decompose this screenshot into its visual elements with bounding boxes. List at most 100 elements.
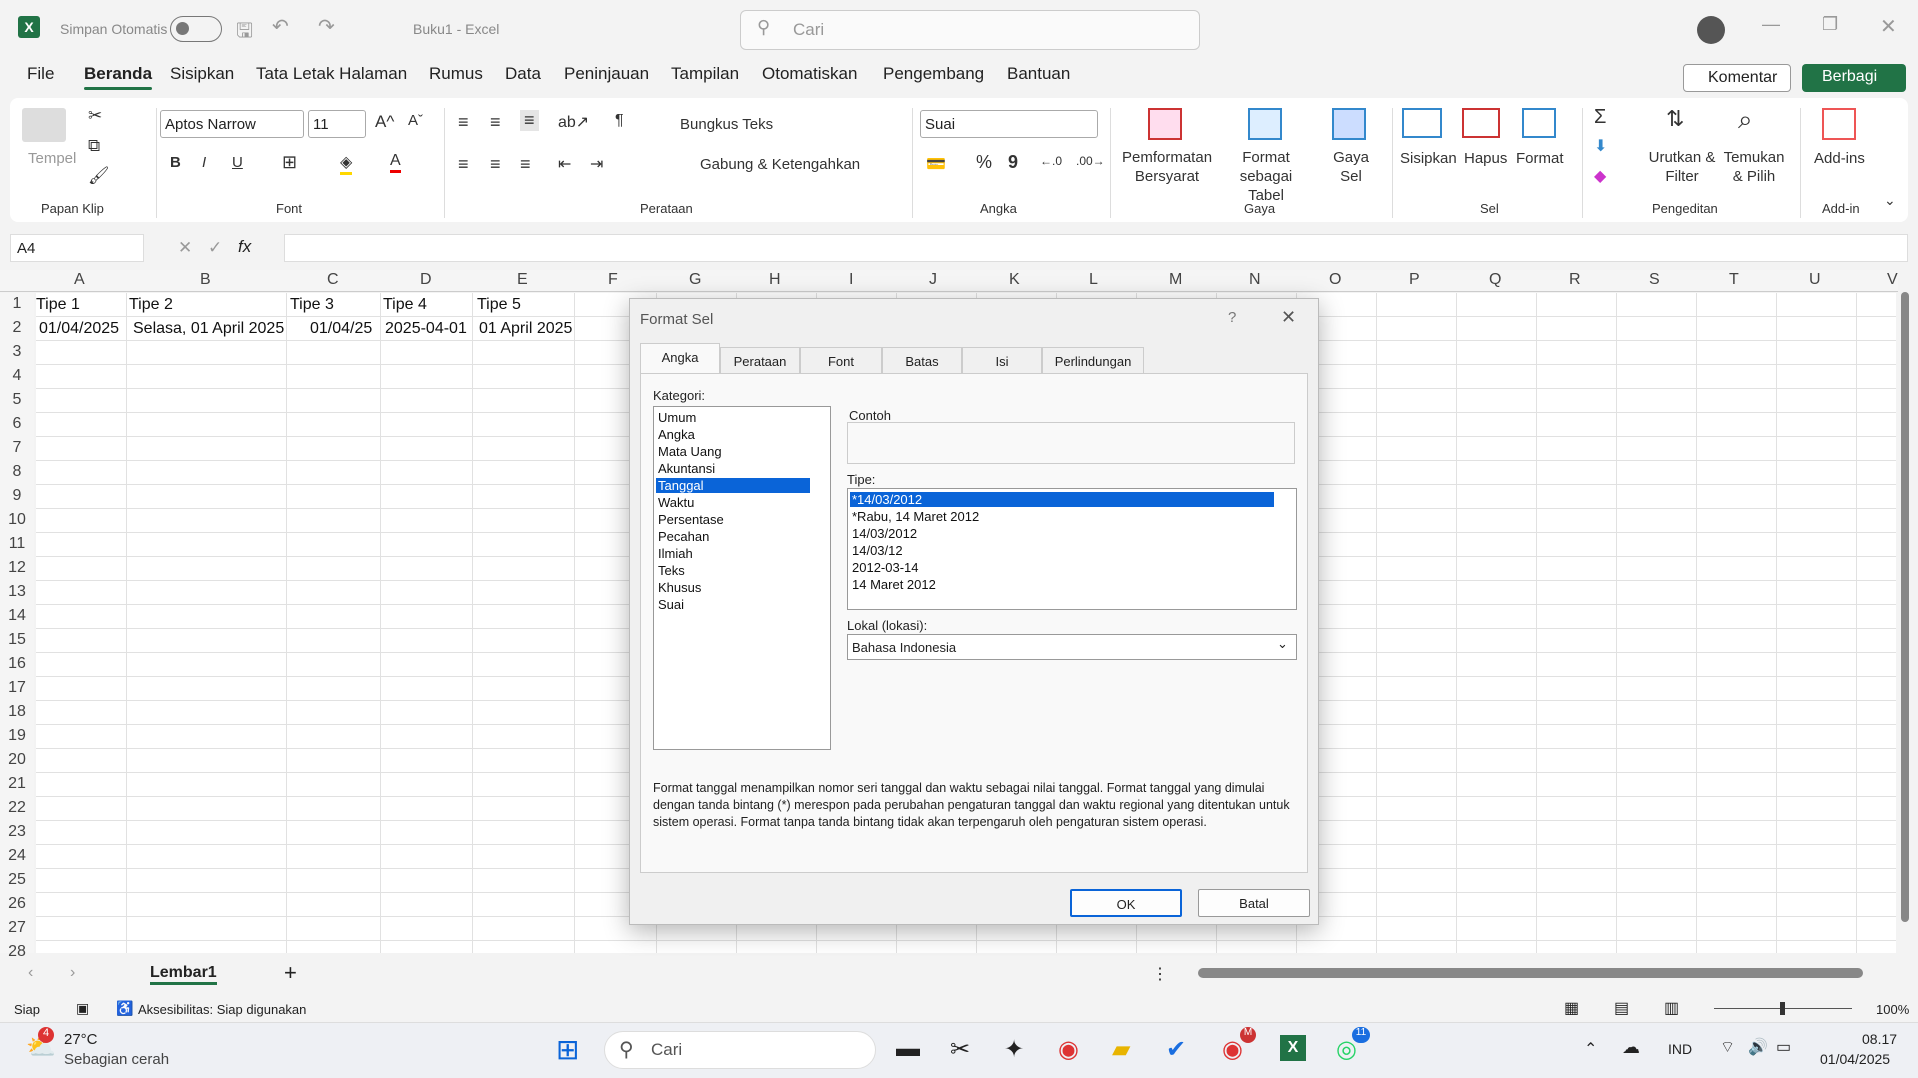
dialog-close-icon[interactable]: ✕ — [1281, 307, 1296, 328]
search-input[interactable]: ⚲ Cari — [740, 10, 1200, 50]
borders-icon[interactable]: ⊞ — [282, 152, 297, 173]
type-item[interactable]: *Rabu, 14 Maret 2012 — [852, 509, 979, 524]
font-color-icon[interactable]: A — [390, 152, 401, 173]
category-item[interactable]: Khusus — [658, 580, 701, 595]
task-view-icon[interactable]: ▬ — [896, 1035, 920, 1063]
accessibility-icon[interactable]: ♿ — [116, 1000, 133, 1017]
row-header[interactable]: 23 — [0, 823, 34, 841]
tab-protection[interactable]: Perlindungan — [1042, 347, 1144, 373]
category-item[interactable]: Tanggal — [656, 478, 810, 493]
column-header[interactable]: O — [1329, 271, 1341, 289]
category-item[interactable]: Mata Uang — [658, 444, 722, 459]
row-header[interactable]: 25 — [0, 871, 34, 889]
restore-icon[interactable]: ❐ — [1822, 14, 1838, 35]
locale-select[interactable]: Bahasa Indonesia — [847, 634, 1297, 660]
battery-icon[interactable]: ▭ — [1776, 1037, 1791, 1057]
column-header[interactable]: M — [1169, 271, 1182, 289]
save-icon[interactable]: 🖫 — [236, 16, 253, 50]
cut-icon[interactable]: ✂ — [88, 106, 102, 126]
category-item[interactable]: Waktu — [658, 495, 694, 510]
row-header[interactable]: 24 — [0, 847, 34, 865]
type-item[interactable]: *14/03/2012 — [850, 492, 1274, 507]
category-item[interactable]: Persentase — [658, 512, 724, 527]
tab-data[interactable]: Data — [505, 64, 541, 84]
paste-icon[interactable] — [22, 108, 66, 142]
cell-d2[interactable]: 2025-04-01 — [385, 320, 467, 338]
copilot-icon[interactable]: ✦ — [1004, 1035, 1024, 1064]
tray-chevron-icon[interactable]: ⌃ — [1584, 1039, 1597, 1059]
conditional-format-button[interactable]: Pemformatan Bersyarat — [1122, 148, 1212, 186]
tab-formulas[interactable]: Rumus — [429, 64, 483, 84]
column-header[interactable]: P — [1409, 271, 1420, 289]
column-header[interactable]: I — [849, 271, 853, 289]
comment-button[interactable]: Komentar — [1683, 64, 1791, 92]
row-header[interactable]: 22 — [0, 799, 34, 817]
sort-filter-button[interactable]: Urutkan & Filter — [1648, 148, 1716, 186]
file-explorer-icon[interactable]: ▰ — [1112, 1035, 1130, 1064]
excel-taskbar-icon[interactable]: X — [1280, 1035, 1306, 1061]
cancel-entry-icon[interactable]: ✕ — [178, 238, 192, 258]
column-header[interactable]: F — [608, 271, 618, 289]
format-cells-button[interactable]: Format — [1516, 150, 1564, 167]
align-left-icon[interactable]: ≡ — [458, 154, 469, 175]
comma-icon[interactable]: 9 — [1008, 152, 1018, 173]
column-header[interactable]: B — [200, 271, 211, 289]
category-item[interactable]: Akuntansi — [658, 461, 715, 476]
type-item[interactable]: 14/03/2012 — [852, 526, 917, 541]
cell-b1[interactable]: Tipe 2 — [129, 296, 173, 314]
find-select-button[interactable]: Temukan & Pilih — [1720, 148, 1788, 186]
confirm-entry-icon[interactable]: ✓ — [208, 238, 222, 258]
tab-border[interactable]: Batas — [882, 347, 962, 373]
merge-center-button[interactable]: Gabung & Ketengahkan — [700, 156, 860, 173]
volume-icon[interactable]: 🔊 — [1748, 1037, 1768, 1057]
redo-icon[interactable]: ↷ — [318, 14, 335, 39]
column-header[interactable]: E — [517, 271, 528, 289]
tab-insert[interactable]: Sisipkan — [170, 64, 234, 84]
tab-view[interactable]: Tampilan — [671, 64, 739, 84]
copy-icon[interactable]: ⧉ — [88, 136, 100, 156]
sheet-tab-lembar1[interactable]: Lembar1 — [150, 964, 217, 985]
delete-cells-icon[interactable] — [1462, 108, 1500, 138]
page-break-icon[interactable]: ▥ — [1664, 998, 1679, 1018]
onedrive-icon[interactable]: ☁ — [1622, 1037, 1640, 1058]
close-icon[interactable]: ✕ — [1880, 14, 1897, 39]
row-header[interactable]: 3 — [0, 343, 34, 361]
tab-alignment[interactable]: Perataan — [720, 347, 800, 373]
category-item[interactable]: Umum — [658, 410, 696, 425]
cancel-button[interactable]: Batal — [1198, 889, 1310, 917]
percent-icon[interactable]: % — [976, 152, 992, 173]
add-sheet-icon[interactable]: + — [284, 960, 297, 986]
row-header[interactable]: 27 — [0, 919, 34, 937]
row-header[interactable]: 26 — [0, 895, 34, 913]
increase-indent-icon[interactable]: ⇥ — [590, 154, 603, 174]
formula-input[interactable] — [284, 234, 1908, 262]
column-header[interactable]: Q — [1489, 271, 1501, 289]
currency-icon[interactable]: 💳 — [926, 154, 946, 174]
row-header[interactable]: 12 — [0, 559, 34, 577]
row-header[interactable]: 20 — [0, 751, 34, 769]
column-header[interactable]: V — [1887, 271, 1898, 289]
tab-automate[interactable]: Otomatiskan — [762, 64, 857, 84]
row-header[interactable]: 16 — [0, 655, 34, 673]
vertical-scrollbar[interactable] — [1898, 278, 1912, 948]
row-header[interactable]: 1 — [0, 295, 34, 313]
font-name-select[interactable]: Aptos Narrow — [160, 110, 304, 138]
column-header[interactable]: L — [1089, 271, 1098, 289]
grow-font-icon[interactable]: A^ — [375, 112, 394, 132]
column-header[interactable]: R — [1569, 271, 1581, 289]
row-header[interactable]: 13 — [0, 583, 34, 601]
row-header[interactable]: 19 — [0, 727, 34, 745]
align-center-icon[interactable]: ≡ — [490, 154, 501, 175]
tab-page-layout[interactable]: Tata Letak Halaman — [256, 64, 407, 84]
decrease-indent-icon[interactable]: ⇤ — [558, 154, 571, 174]
cell-a2[interactable]: 01/04/2025 — [39, 320, 119, 338]
taskbar-search[interactable]: ⚲ Cari — [604, 1031, 876, 1069]
align-top-icon[interactable]: ≡ — [458, 112, 469, 133]
align-middle-icon[interactable]: ≡ — [490, 112, 501, 133]
align-bottom-icon[interactable]: ≡ — [520, 110, 539, 131]
row-header[interactable]: 7 — [0, 439, 34, 457]
increase-decimal-icon[interactable]: ←.0 — [1040, 154, 1062, 168]
help-icon[interactable]: ? — [1228, 309, 1236, 326]
category-item[interactable]: Teks — [658, 563, 685, 578]
row-header[interactable]: 17 — [0, 679, 34, 697]
